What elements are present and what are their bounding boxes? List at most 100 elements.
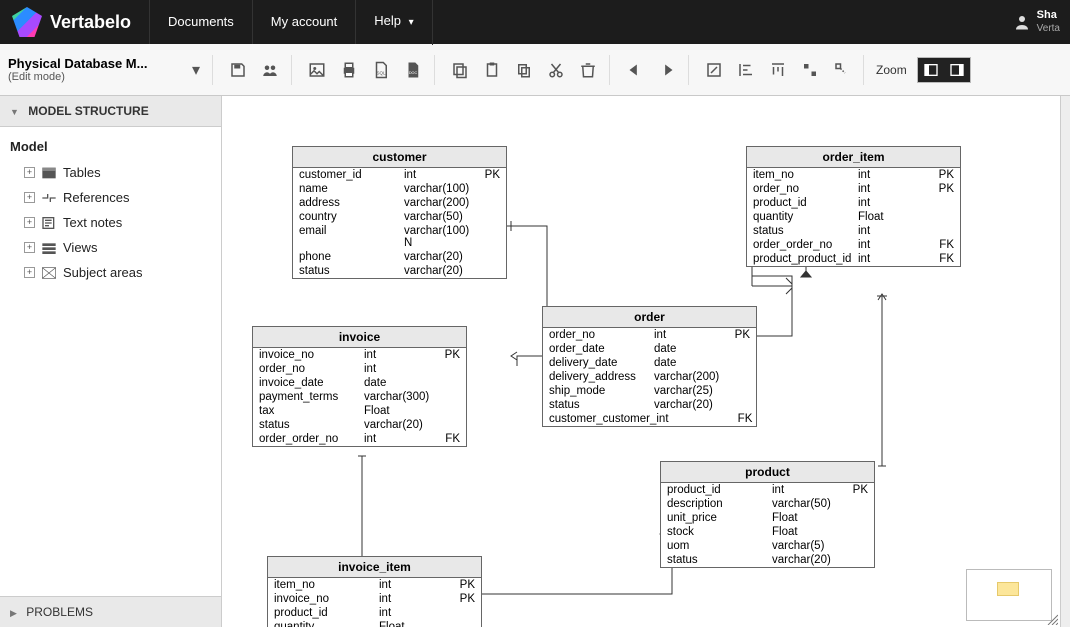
col-type: varchar(20) xyxy=(654,399,726,411)
col-name: order_order_no xyxy=(753,239,858,251)
tree-item-references[interactable]: + References xyxy=(6,185,215,210)
sql-export-button[interactable]: SQL xyxy=(366,55,396,85)
col-key: PK xyxy=(930,183,954,195)
expand-icon[interactable]: + xyxy=(24,167,35,178)
distribute-button[interactable] xyxy=(795,55,825,85)
doc-title: Physical Database M... xyxy=(8,56,178,71)
auto-layout-button[interactable] xyxy=(827,55,857,85)
entity-title: order xyxy=(543,307,756,328)
entity-column-row: item_nointPK xyxy=(747,168,960,182)
doc-export-button[interactable]: DOC xyxy=(398,55,428,85)
zoom-label[interactable]: Zoom xyxy=(876,63,907,77)
user-icon xyxy=(1013,13,1031,31)
col-key: PK xyxy=(451,593,475,605)
entity-column-row: delivery_addressvarchar(200) xyxy=(543,370,756,384)
entity-product[interactable]: product product_idintPKdescriptionvarcha… xyxy=(660,461,875,568)
align-left-button[interactable] xyxy=(731,55,761,85)
entity-column-row: descriptionvarchar(50) xyxy=(661,497,874,511)
col-name: unit_price xyxy=(667,512,772,524)
undo-button[interactable] xyxy=(620,55,650,85)
col-type: int xyxy=(858,239,930,251)
diagram-canvas-wrap: customer customer_idintPKnamevarchar(100… xyxy=(222,96,1060,627)
copy-button[interactable] xyxy=(445,55,475,85)
col-key: FK xyxy=(728,413,752,425)
align-top-button[interactable] xyxy=(763,55,793,85)
col-type: int xyxy=(858,253,930,265)
layout-left-panel-button[interactable] xyxy=(918,58,944,82)
nav-documents[interactable]: Documents xyxy=(150,0,253,44)
paste-button[interactable] xyxy=(477,55,507,85)
tree-item-tables[interactable]: + Tables xyxy=(6,160,215,185)
col-key: PK xyxy=(451,579,475,591)
entity-column-row: product_idint xyxy=(747,196,960,210)
tree-item-subject-areas[interactable]: + Subject areas xyxy=(6,260,215,285)
col-type: int xyxy=(858,225,930,237)
entity-title: invoice xyxy=(253,327,466,348)
col-name: customer_id xyxy=(299,169,404,181)
col-key xyxy=(451,621,475,627)
entity-column-row: ship_modevarchar(25) xyxy=(543,384,756,398)
redo-button[interactable] xyxy=(652,55,682,85)
expand-icon[interactable]: + xyxy=(24,192,35,203)
logo-icon xyxy=(12,7,42,37)
entity-column-row: countryvarchar(50) xyxy=(293,210,506,224)
col-name: product_id xyxy=(274,607,379,619)
nav-help[interactable]: Help ▾ xyxy=(356,0,432,45)
entity-column-row: order_order_nointFK xyxy=(253,432,466,446)
entity-column-row: quantityFloat xyxy=(747,210,960,224)
entity-invoice-item[interactable]: invoice_item item_nointPKinvoice_nointPK… xyxy=(267,556,482,627)
col-name: payment_terms xyxy=(259,391,364,403)
brand-logo[interactable]: Vertabelo xyxy=(0,0,150,44)
resize-handle-icon[interactable] xyxy=(1046,613,1058,625)
expand-icon[interactable]: + xyxy=(24,217,35,228)
entity-customer[interactable]: customer customer_idintPKnamevarchar(100… xyxy=(292,146,507,279)
main-area: ▼ MODEL STRUCTURE Model + Tables + Refer… xyxy=(0,96,1070,627)
print-button[interactable] xyxy=(334,55,364,85)
layout-right-panel-button[interactable] xyxy=(944,58,970,82)
left-panel: ▼ MODEL STRUCTURE Model + Tables + Refer… xyxy=(0,96,222,627)
col-type: int xyxy=(656,413,728,425)
delete-button[interactable] xyxy=(573,55,603,85)
tree-item-text-notes[interactable]: + Text notes xyxy=(6,210,215,235)
col-type: int xyxy=(858,169,930,181)
problems-header[interactable]: ▶ PROBLEMS xyxy=(0,596,221,627)
user-sub: Verta xyxy=(1037,23,1060,35)
save-button[interactable] xyxy=(223,55,253,85)
user-menu[interactable]: Sha Verta xyxy=(1003,0,1070,44)
entity-order-item[interactable]: order_item item_nointPKorder_nointPKprod… xyxy=(746,146,961,267)
edit-mode-button[interactable] xyxy=(699,55,729,85)
doc-dropdown-icon[interactable]: ▾ xyxy=(192,60,200,80)
cut-button[interactable] xyxy=(541,55,571,85)
col-name: item_no xyxy=(274,579,379,591)
entity-column-row: addressvarchar(200) xyxy=(293,196,506,210)
nav-my-account[interactable]: My account xyxy=(253,0,356,44)
share-button[interactable] xyxy=(255,55,285,85)
col-name: order_no xyxy=(753,183,858,195)
duplicate-button[interactable] xyxy=(509,55,539,85)
entity-invoice[interactable]: invoice invoice_nointPKorder_nointinvoic… xyxy=(252,326,467,447)
entity-column-row: product_product_idintFK xyxy=(747,252,960,266)
expand-icon[interactable]: + xyxy=(24,242,35,253)
problems-label: PROBLEMS xyxy=(26,605,93,619)
entity-column-row: statusvarchar(20) xyxy=(253,418,466,432)
col-type: int xyxy=(654,329,726,341)
col-type: varchar(200) xyxy=(404,197,476,209)
expand-icon[interactable]: + xyxy=(24,267,35,278)
diagram-canvas[interactable]: customer customer_idintPKnamevarchar(100… xyxy=(222,96,1060,627)
entity-title: customer xyxy=(293,147,506,168)
minimap[interactable] xyxy=(966,569,1052,621)
entity-order[interactable]: order order_nointPKorder_datedatedeliver… xyxy=(542,306,757,427)
tree-root[interactable]: Model xyxy=(6,135,215,160)
col-key: FK xyxy=(930,253,954,265)
col-name: quantity xyxy=(753,211,858,223)
col-name: status xyxy=(667,554,772,566)
tree-item-views[interactable]: + Views xyxy=(6,235,215,260)
col-key xyxy=(476,197,500,209)
image-export-button[interactable] xyxy=(302,55,332,85)
col-type: Float xyxy=(772,512,844,524)
right-panel-collapsed[interactable] xyxy=(1060,96,1070,627)
document-toolbar: Physical Database M... (Edit mode) ▾ SQL… xyxy=(0,44,1070,96)
col-type: date xyxy=(654,343,726,355)
col-type: int xyxy=(772,484,844,496)
model-structure-header[interactable]: ▼ MODEL STRUCTURE xyxy=(0,96,221,127)
